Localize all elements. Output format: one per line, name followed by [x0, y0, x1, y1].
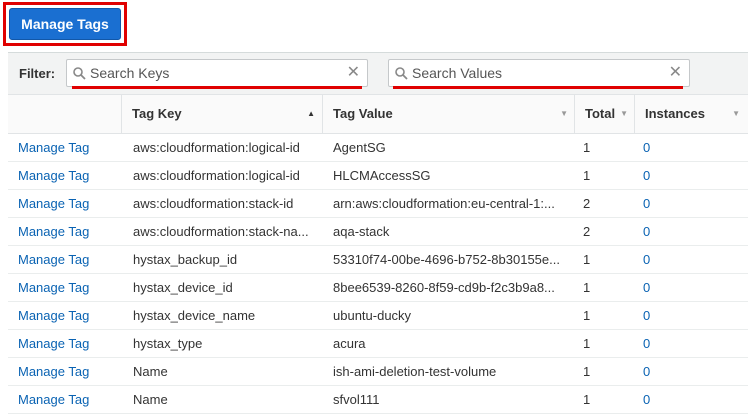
instances-link[interactable]: 0 — [643, 218, 683, 245]
tag-value-cell: 8bee6539-8260-8f59-cd9b-f2c3b9a8... — [333, 280, 555, 295]
tag-value-cell: AgentSG — [333, 140, 386, 155]
tag-key-cell: aws:cloudformation:logical-id — [133, 140, 300, 155]
search-icon — [395, 67, 408, 80]
total-cell: 1 — [583, 308, 591, 323]
column-header-label: Total — [585, 106, 616, 121]
total-cell: 1 — [583, 392, 591, 407]
search-keys-input[interactable] — [90, 63, 340, 83]
tag-value-cell: 53310f74-00be-4696-b752-8b30155e... — [333, 252, 560, 267]
tag-value-cell: ubuntu-ducky — [333, 308, 412, 323]
instances-link[interactable]: 0 — [643, 330, 683, 357]
manage-tag-link[interactable]: Manage Tag — [18, 302, 118, 329]
sort-caret-icon: ▼ — [732, 109, 740, 118]
search-keys-underline — [72, 86, 362, 89]
table-row: Manage Tag hystax_type acura 1 0 — [8, 330, 748, 358]
tag-value-cell: aqa-stack — [333, 224, 390, 239]
instances-link[interactable]: 0 — [643, 302, 683, 329]
tag-value-cell: arn:aws:cloudformation:eu-central-1:... — [333, 196, 555, 211]
clear-values-icon[interactable]: ✕ — [669, 65, 682, 81]
manage-tag-link[interactable]: Manage Tag — [18, 134, 118, 161]
tag-key-cell: aws:cloudformation:logical-id — [133, 168, 300, 183]
manage-tags-button[interactable]: Manage Tags — [9, 8, 121, 40]
table-row: Manage Tag hystax_backup_id 53310f74-00b… — [8, 246, 748, 274]
table-row: Manage Tag Name ish-ami-deletion-test-vo… — [8, 358, 748, 386]
total-cell: 2 — [583, 196, 591, 211]
manage-tag-link[interactable]: Manage Tag — [18, 274, 118, 301]
tag-key-cell: hystax_device_name — [133, 308, 256, 323]
filter-label: Filter: — [19, 66, 56, 81]
manage-tag-link[interactable]: Manage Tag — [18, 386, 118, 413]
tag-key-cell: hystax_backup_id — [133, 252, 238, 267]
tag-key-cell: hystax_device_id — [133, 280, 233, 295]
filter-bar: Filter: ✕ ✕ — [8, 52, 748, 94]
search-keys-box[interactable]: ✕ — [66, 59, 368, 87]
tag-key-cell: Name — [133, 364, 168, 379]
column-header-tag-key[interactable]: Tag Key ▲ — [121, 95, 321, 133]
table-header: Tag Key ▲ Tag Value ▼ Total ▼ Instances … — [8, 94, 748, 134]
search-values-box[interactable]: ✕ — [388, 59, 690, 87]
table-row: Manage Tag aws:cloudformation:stack-id a… — [8, 190, 748, 218]
column-header-total[interactable]: Total ▼ — [574, 95, 634, 133]
sort-caret-icon: ▼ — [560, 109, 568, 118]
table-row: Manage Tag Name sfvol111 1 0 — [8, 386, 748, 414]
instances-link[interactable]: 0 — [643, 190, 683, 217]
total-cell: 1 — [583, 364, 591, 379]
table-row: Manage Tag hystax_device_id 8bee6539-826… — [8, 274, 748, 302]
instances-link[interactable]: 0 — [643, 274, 683, 301]
column-header-label: Instances — [645, 106, 705, 121]
manage-tag-link[interactable]: Manage Tag — [18, 246, 118, 273]
tag-key-cell: aws:cloudformation:stack-id — [133, 196, 294, 211]
tag-value-cell: sfvol111 — [333, 392, 380, 407]
total-cell: 1 — [583, 336, 591, 351]
search-values-underline — [393, 86, 683, 89]
column-header-instances[interactable]: Instances ▼ — [634, 95, 746, 133]
column-header-label: Tag Key — [132, 106, 182, 121]
tag-value-cell: acura — [333, 336, 366, 351]
clear-keys-icon[interactable]: ✕ — [347, 65, 360, 81]
search-icon — [73, 67, 86, 80]
instances-link[interactable]: 0 — [643, 134, 683, 161]
instances-link[interactable]: 0 — [643, 386, 683, 413]
tag-value-cell: ish-ami-deletion-test-volume — [333, 364, 497, 379]
table-row: Manage Tag aws:cloudformation:logical-id… — [8, 134, 748, 162]
table-row: Manage Tag aws:cloudformation:stack-na..… — [8, 218, 748, 246]
manage-tag-link[interactable]: Manage Tag — [18, 190, 118, 217]
column-header-label: Tag Value — [333, 106, 393, 121]
search-values-input[interactable] — [412, 63, 662, 83]
tag-key-cell: hystax_type — [133, 336, 203, 351]
total-cell: 2 — [583, 224, 591, 239]
table-row: Manage Tag aws:cloudformation:logical-id… — [8, 162, 748, 190]
sort-caret-icon: ▼ — [620, 109, 628, 118]
table-row: Manage Tag hystax_device_name ubuntu-duc… — [8, 302, 748, 330]
instances-link[interactable]: 0 — [643, 358, 683, 385]
total-cell: 1 — [583, 252, 591, 267]
tag-key-cell: aws:cloudformation:stack-na... — [133, 224, 309, 239]
manage-tag-link[interactable]: Manage Tag — [18, 218, 118, 245]
total-cell: 1 — [583, 140, 591, 155]
tag-key-cell: Name — [133, 392, 168, 407]
sort-asc-icon: ▲ — [307, 109, 315, 118]
total-cell: 1 — [583, 168, 591, 183]
instances-link[interactable]: 0 — [643, 246, 683, 273]
manage-tag-link[interactable]: Manage Tag — [18, 358, 118, 385]
manage-tag-link[interactable]: Manage Tag — [18, 330, 118, 357]
column-header-tag-value[interactable]: Tag Value ▼ — [322, 95, 574, 133]
total-cell: 1 — [583, 280, 591, 295]
tag-value-cell: HLCMAccessSG — [333, 168, 431, 183]
manage-tag-link[interactable]: Manage Tag — [18, 162, 118, 189]
manage-tags-highlight: Manage Tags — [3, 2, 127, 46]
instances-link[interactable]: 0 — [643, 162, 683, 189]
